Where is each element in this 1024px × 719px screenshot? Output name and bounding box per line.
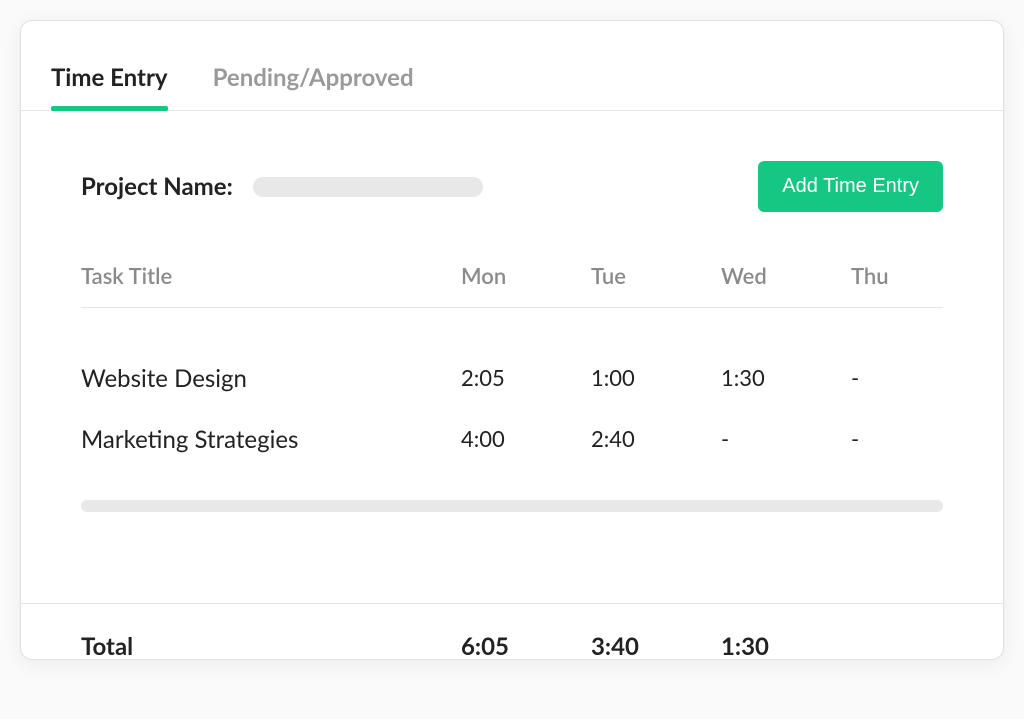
table-header: Task Title Mon Tue Wed Thu	[81, 262, 943, 308]
project-name-label: Project Name:	[81, 172, 233, 201]
project-left: Project Name:	[81, 172, 483, 201]
horizontal-scrollbar[interactable]	[81, 500, 943, 512]
tabs: Time Entry Pending/Approved	[21, 51, 1003, 111]
total-label: Total	[81, 632, 461, 660]
cell-mon: 2:05	[461, 364, 591, 393]
total-thu	[851, 632, 981, 660]
cell-task-title: Website Design	[81, 364, 461, 393]
total-tue: 3:40	[591, 632, 721, 660]
card-inner: Time Entry Pending/Approved Project Name…	[21, 51, 1003, 660]
cell-mon: 4:00	[461, 425, 591, 454]
project-row: Project Name: Add Time Entry	[81, 161, 943, 212]
total-mon: 6:05	[461, 632, 591, 660]
cell-tue: 2:40	[591, 425, 721, 454]
column-header-task-title: Task Title	[81, 262, 461, 289]
table-row: Marketing Strategies 4:00 2:40 - -	[81, 409, 943, 470]
column-header-tue: Tue	[591, 262, 721, 289]
tab-pending-approved[interactable]: Pending/Approved	[213, 51, 414, 110]
column-header-thu: Thu	[851, 262, 981, 289]
timesheet-table: Task Title Mon Tue Wed Thu Website Desig…	[81, 262, 943, 512]
table-body: Website Design 2:05 1:00 1:30 - Marketin…	[81, 308, 943, 470]
add-time-entry-button[interactable]: Add Time Entry	[758, 161, 943, 212]
total-wed: 1:30	[721, 632, 851, 660]
cell-thu: -	[851, 425, 981, 454]
cell-thu: -	[851, 364, 981, 393]
cell-wed: 1:30	[721, 364, 851, 393]
content-area: Project Name: Add Time Entry Task Title …	[21, 111, 1003, 512]
timesheet-card: Time Entry Pending/Approved Project Name…	[20, 20, 1004, 660]
column-header-wed: Wed	[721, 262, 851, 289]
cell-wed: -	[721, 425, 851, 454]
table-footer: Total 6:05 3:40 1:30	[21, 603, 1003, 660]
column-header-mon: Mon	[461, 262, 591, 289]
table-row: Website Design 2:05 1:00 1:30 -	[81, 348, 943, 409]
tab-time-entry[interactable]: Time Entry	[51, 51, 168, 110]
cell-tue: 1:00	[591, 364, 721, 393]
project-name-input[interactable]	[253, 177, 483, 197]
cell-task-title: Marketing Strategies	[81, 425, 461, 454]
